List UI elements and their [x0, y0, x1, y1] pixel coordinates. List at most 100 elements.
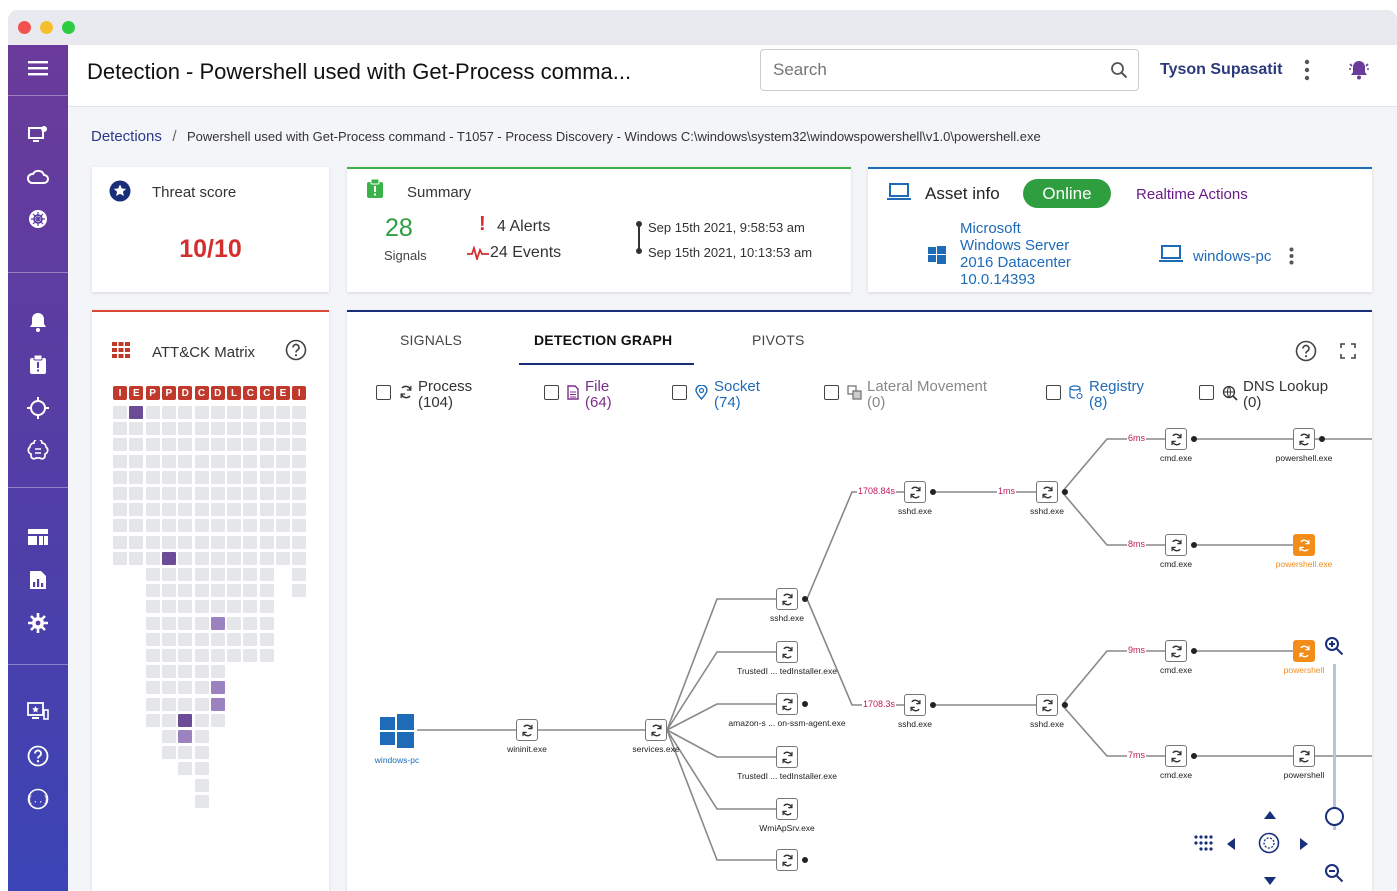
ai-brain-icon[interactable] — [23, 436, 53, 466]
matrix-technique-cell[interactable] — [145, 535, 160, 549]
matrix-technique-cell[interactable] — [161, 616, 176, 630]
matrix-tactic-header[interactable]: E — [276, 386, 290, 400]
help-icon[interactable] — [23, 741, 53, 771]
matrix-technique-cell[interactable] — [161, 519, 176, 533]
matrix-technique-cell[interactable] — [243, 438, 258, 452]
more-vert-icon[interactable] — [1304, 59, 1310, 86]
matrix-technique-cell[interactable] — [259, 649, 274, 662]
matrix-technique-cell[interactable] — [243, 551, 258, 565]
incidents-clipboard-icon[interactable] — [23, 350, 53, 380]
matrix-technique-cell[interactable] — [194, 697, 209, 711]
alerts-count[interactable]: 4 Alerts — [497, 218, 550, 236]
matrix-technique-cell[interactable] — [259, 422, 274, 436]
pan-left-icon[interactable] — [1227, 837, 1235, 855]
matrix-technique-cell[interactable] — [227, 470, 242, 484]
matrix-technique-cell[interactable] — [194, 584, 209, 598]
process-node[interactable] — [1165, 428, 1187, 450]
matrix-technique-cell[interactable] — [161, 406, 176, 419]
matrix-technique-cell[interactable] — [243, 519, 258, 533]
matrix-technique-cell[interactable] — [129, 406, 144, 419]
matrix-technique-cell[interactable] — [161, 568, 176, 581]
menu-icon[interactable] — [23, 53, 53, 83]
matrix-technique-cell[interactable] — [129, 519, 144, 533]
endpoints-icon[interactable] — [23, 119, 53, 149]
process-node[interactable] — [1293, 745, 1315, 767]
process-node[interactable] — [776, 849, 798, 871]
matrix-technique-cell[interactable] — [292, 503, 307, 517]
matrix-technique-cell[interactable] — [113, 422, 127, 436]
process-node[interactable] — [1036, 481, 1058, 503]
realtime-actions-link[interactable]: Realtime Actions — [1136, 186, 1248, 203]
matrix-technique-cell[interactable] — [129, 438, 144, 452]
filter-process[interactable]: Process (104) — [376, 379, 472, 411]
matrix-technique-cell[interactable] — [145, 438, 160, 452]
matrix-technique-cell[interactable] — [113, 519, 127, 533]
reports-icon[interactable] — [23, 565, 53, 595]
expand-node-dot[interactable] — [802, 701, 808, 707]
cloud-icon[interactable] — [23, 162, 53, 192]
matrix-tactic-header[interactable]: C — [194, 386, 209, 400]
layout-dots-icon[interactable] — [1193, 834, 1215, 857]
matrix-technique-cell[interactable] — [210, 535, 225, 549]
windows-host-node[interactable] — [380, 714, 414, 753]
matrix-technique-cell[interactable] — [194, 730, 209, 743]
matrix-technique-cell[interactable] — [210, 487, 225, 500]
tab-signals[interactable]: SIGNALS — [400, 332, 462, 348]
matrix-technique-cell[interactable] — [210, 649, 225, 662]
matrix-technique-cell[interactable] — [178, 665, 193, 679]
matrix-technique-cell[interactable] — [227, 632, 242, 646]
matrix-technique-cell[interactable] — [243, 470, 258, 484]
matrix-technique-cell[interactable] — [227, 487, 242, 500]
matrix-technique-cell[interactable] — [129, 422, 144, 436]
pan-up-icon[interactable] — [1264, 806, 1276, 824]
matrix-technique-cell[interactable] — [113, 438, 127, 452]
matrix-technique-cell[interactable] — [210, 600, 225, 614]
matrix-technique-cell[interactable] — [227, 422, 242, 436]
matrix-tactic-header[interactable]: P — [145, 386, 160, 400]
matrix-technique-cell[interactable] — [178, 470, 193, 484]
pan-center-icon[interactable] — [1258, 832, 1280, 859]
matrix-technique-cell[interactable] — [276, 438, 290, 452]
matrix-technique-cell[interactable] — [259, 551, 274, 565]
zoom-in-icon[interactable] — [1324, 636, 1344, 661]
matrix-technique-cell[interactable] — [129, 470, 144, 484]
matrix-technique-cell[interactable] — [259, 600, 274, 614]
minimize-window-button[interactable] — [40, 21, 53, 34]
breadcrumb-root-link[interactable]: Detections — [91, 128, 162, 145]
matrix-technique-cell[interactable] — [129, 503, 144, 517]
pan-right-icon[interactable] — [1300, 837, 1308, 855]
matrix-technique-cell[interactable] — [194, 535, 209, 549]
matrix-technique-cell[interactable] — [243, 535, 258, 549]
pan-down-icon[interactable] — [1264, 872, 1276, 890]
matrix-technique-cell[interactable] — [227, 600, 242, 614]
filter-dns-lookup[interactable]: DNS Lookup (0) — [1199, 379, 1328, 411]
matrix-technique-cell[interactable] — [227, 503, 242, 517]
expand-node-dot[interactable] — [1191, 648, 1197, 654]
matrix-technique-cell[interactable] — [276, 519, 290, 533]
matrix-technique-cell[interactable] — [113, 406, 127, 419]
matrix-technique-cell[interactable] — [178, 632, 193, 646]
maximize-window-button[interactable] — [62, 21, 75, 34]
matrix-technique-cell[interactable] — [129, 454, 144, 468]
process-node[interactable] — [776, 746, 798, 768]
matrix-technique-cell[interactable] — [178, 730, 193, 743]
search-box[interactable] — [760, 49, 1139, 91]
matrix-technique-cell[interactable] — [161, 422, 176, 436]
tab-pivots[interactable]: PIVOTS — [752, 332, 805, 348]
matrix-technique-cell[interactable] — [113, 551, 127, 565]
matrix-technique-cell[interactable] — [292, 438, 307, 452]
graph-help-icon[interactable] — [1295, 340, 1317, 367]
matrix-technique-cell[interactable] — [194, 568, 209, 581]
search-input[interactable] — [773, 59, 1093, 81]
matrix-technique-cell[interactable] — [194, 649, 209, 662]
matrix-technique-cell[interactable] — [276, 551, 290, 565]
filter-dns-lookup-checkbox[interactable] — [1199, 385, 1214, 400]
matrix-technique-cell[interactable] — [161, 632, 176, 646]
filter-registry-checkbox[interactable] — [1046, 385, 1061, 400]
matrix-technique-cell[interactable] — [145, 632, 160, 646]
matrix-technique-cell[interactable] — [178, 422, 193, 436]
matrix-technique-cell[interactable] — [292, 470, 307, 484]
matrix-technique-cell[interactable] — [161, 487, 176, 500]
matrix-technique-cell[interactable] — [243, 649, 258, 662]
matrix-technique-cell[interactable] — [178, 746, 193, 760]
